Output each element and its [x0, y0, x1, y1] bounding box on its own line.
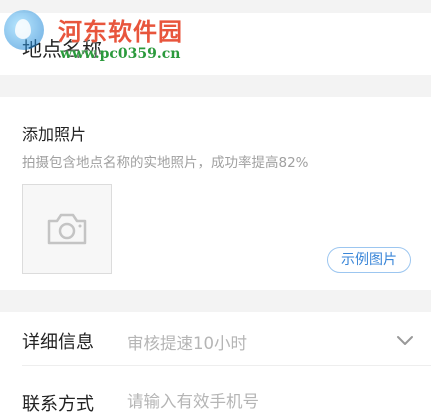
report-place-page: 地点名称 河东软件园 www.pc0359.cn 添加照片 拍摄包含地点名称的实…	[0, 0, 431, 417]
add-photo-section: 添加照片 拍摄包含地点名称的实地照片，成功率提高82% 示例图片	[0, 97, 431, 290]
place-name-row[interactable]: 地点名称	[0, 13, 431, 75]
section-separator	[0, 0, 431, 13]
contact-label: 联系方式	[22, 394, 94, 415]
phone-input[interactable]	[127, 388, 407, 414]
add-photo-hint: 拍摄包含地点名称的实地照片，成功率提高82%	[22, 155, 309, 171]
detail-info-label: 详细信息	[22, 332, 94, 353]
detail-info-value: 审核提速10小时	[127, 334, 247, 353]
detail-info-row[interactable]: 详细信息 审核提速10小时	[0, 312, 431, 366]
camera-icon	[47, 213, 87, 245]
add-photo-title: 添加照片	[22, 125, 87, 144]
contact-row: 联系方式	[0, 366, 431, 417]
section-separator	[0, 75, 431, 97]
chevron-down-icon[interactable]	[395, 330, 415, 350]
sample-photo-button[interactable]: 示例图片	[327, 247, 411, 273]
section-separator	[0, 290, 431, 312]
place-name-label: 地点名称	[22, 37, 102, 61]
add-photo-button[interactable]	[22, 184, 112, 274]
